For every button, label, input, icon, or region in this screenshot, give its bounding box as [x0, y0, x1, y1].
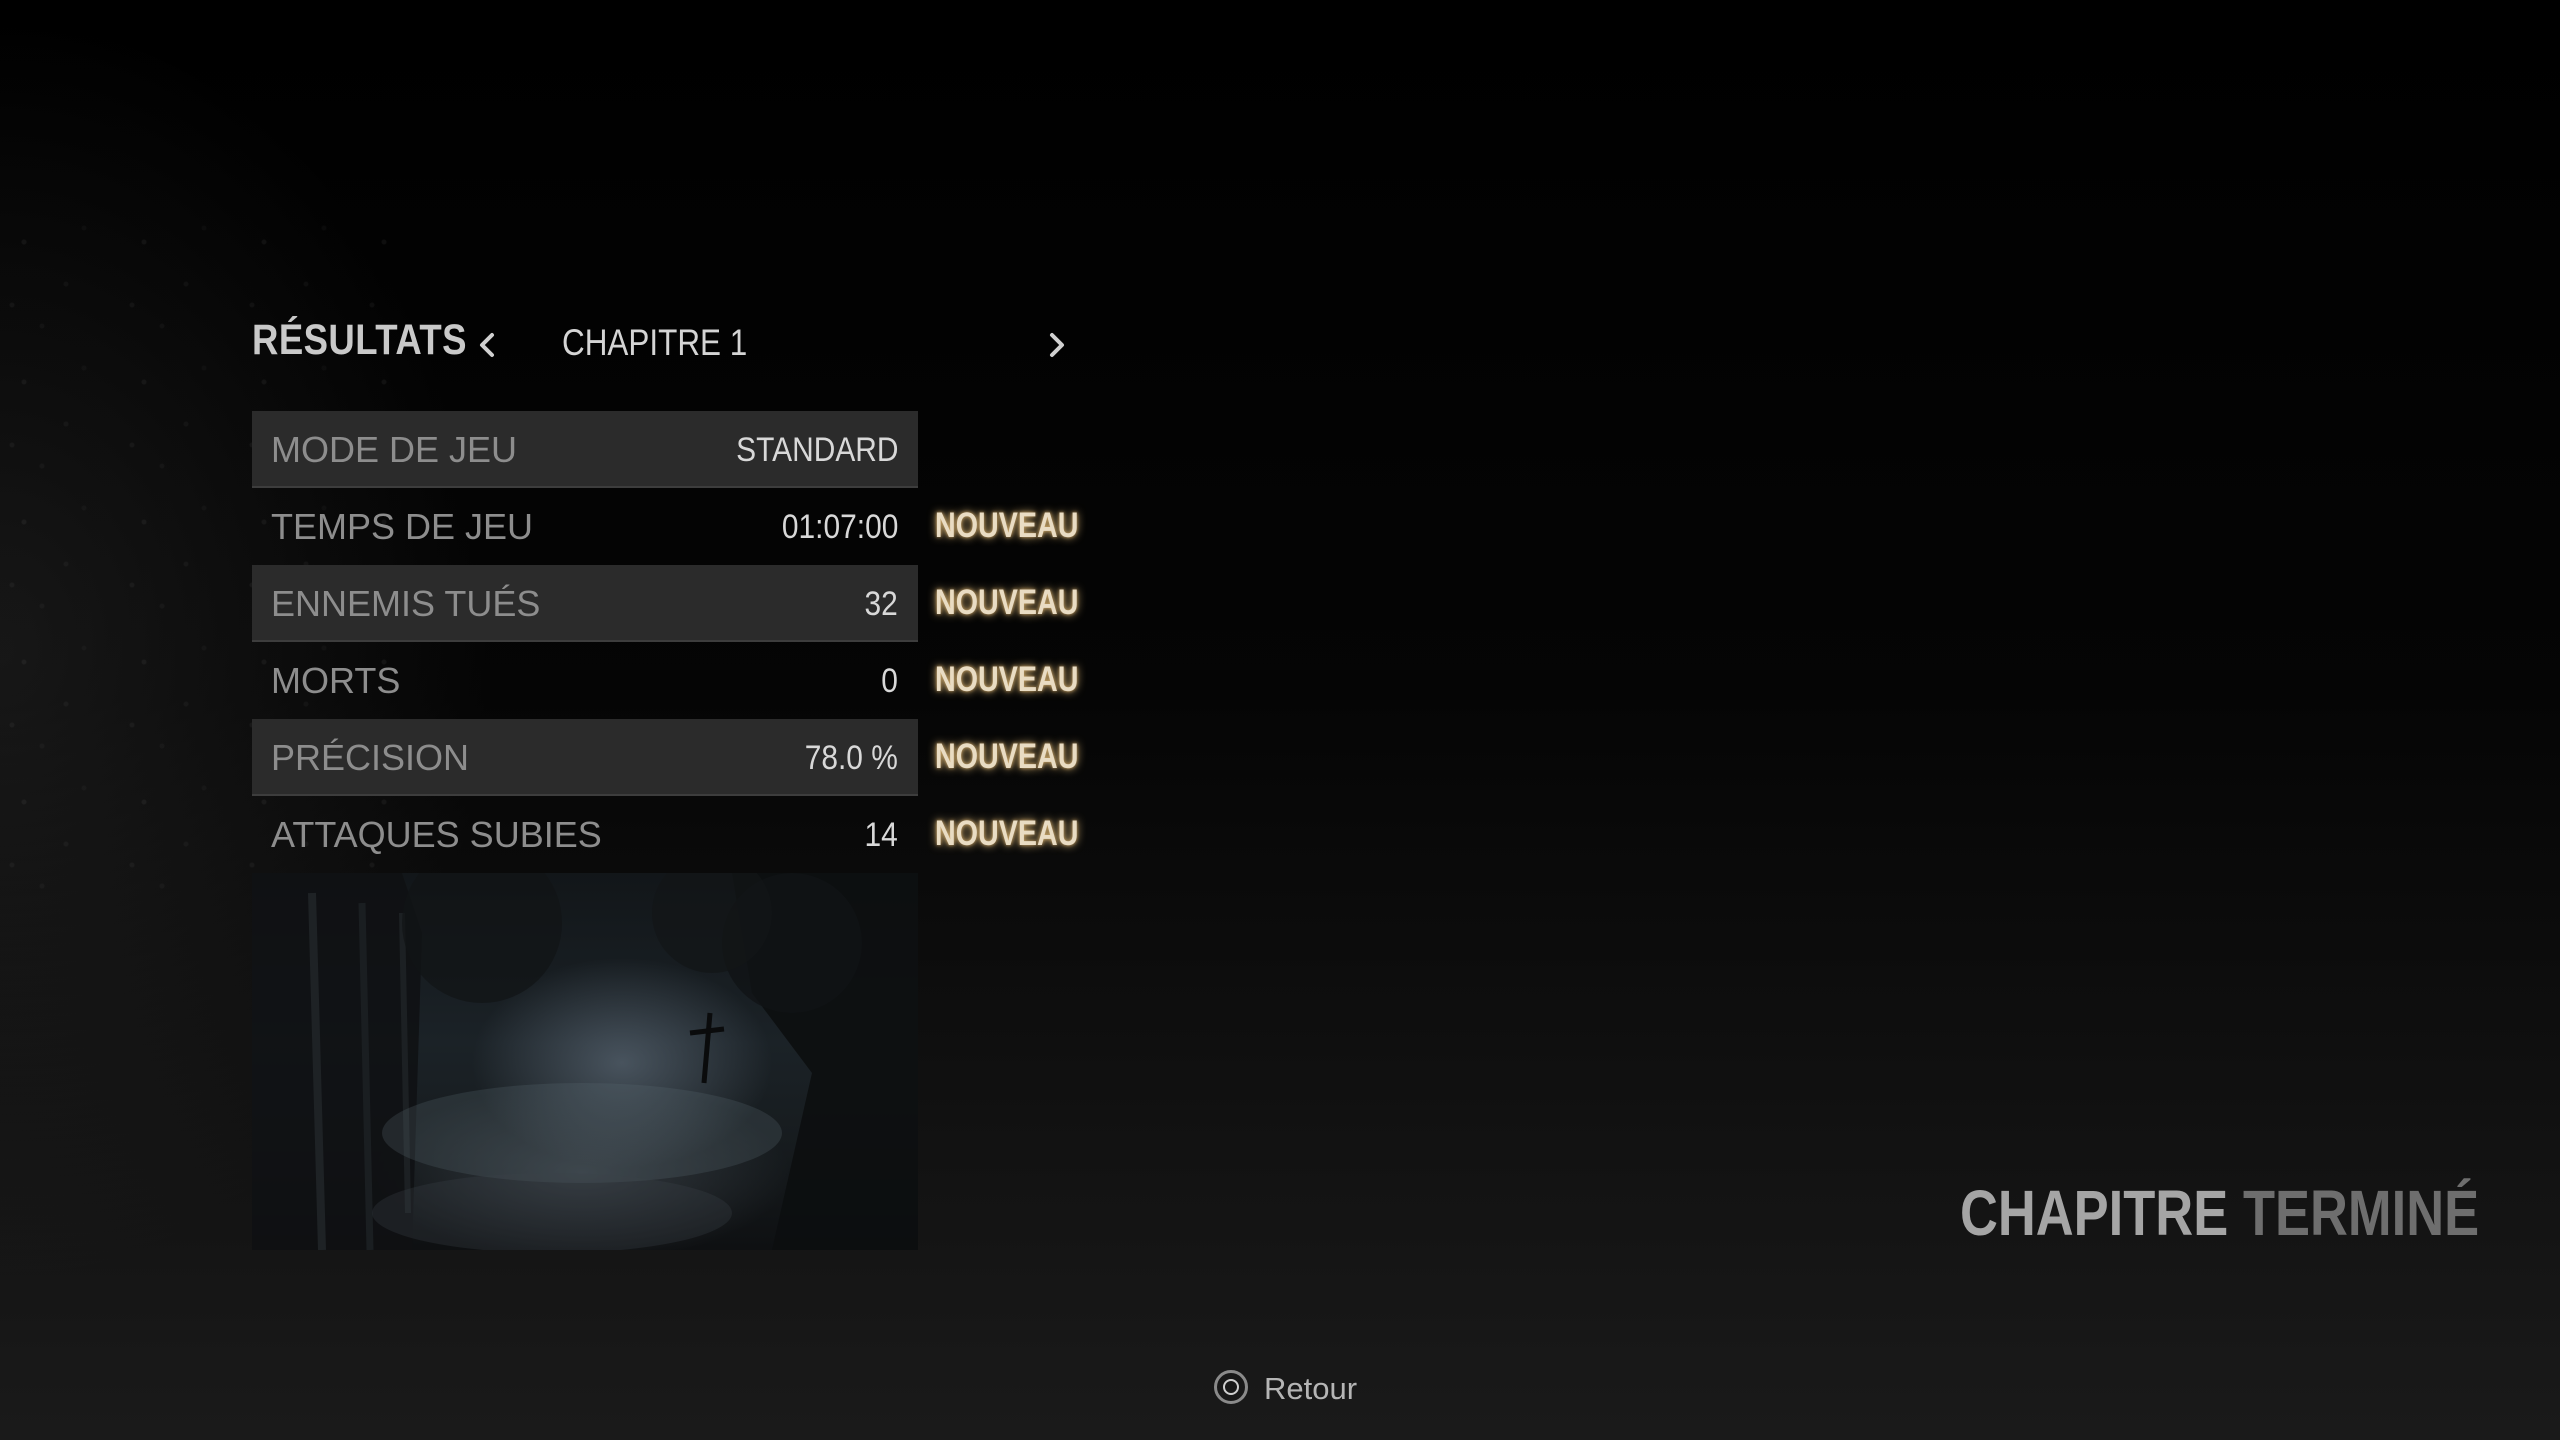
chapter-complete-word1: CHAPITRE — [1959, 1177, 2229, 1249]
stat-label: MODE DE JEU — [271, 429, 518, 470]
results-screen: RÉSULTATS CHAPITRE 1 MODE DE JEU STANDAR… — [0, 0, 2560, 1440]
forest-scene — [252, 873, 918, 1250]
stat-value: STANDARD — [735, 431, 898, 469]
chapter-complete-label: CHAPITRE TERMINÉ — [1960, 1176, 2479, 1250]
back-label: Retour — [1264, 1371, 1358, 1406]
chevron-right-icon[interactable] — [1044, 330, 1070, 360]
chapter-selector-label: CHAPITRE 1 — [562, 322, 748, 363]
stat-value: 14 — [864, 816, 898, 854]
new-record-badge: NOUVEAU — [935, 814, 1079, 853]
stat-label: ENNEMIS TUÉS — [271, 583, 541, 624]
stat-value: 01:07:00 — [781, 508, 898, 546]
stat-row-attacks-taken: ATTAQUES SUBIES 14 NOUVEAU — [252, 796, 1079, 873]
circle-button-icon — [1214, 1370, 1248, 1404]
new-record-badge: NOUVEAU — [935, 737, 1079, 776]
stat-row-deaths: MORTS 0 NOUVEAU — [252, 642, 1079, 719]
chapter-preview-image — [252, 873, 918, 1250]
stat-row-enemies-killed: ENNEMIS TUÉS 32 NOUVEAU — [252, 565, 1079, 642]
stat-label: ATTAQUES SUBIES — [271, 814, 602, 855]
stat-label: PRÉCISION — [271, 737, 470, 778]
stat-value: 78.0 % — [804, 739, 898, 777]
results-header: RÉSULTATS CHAPITRE 1 — [252, 316, 1064, 376]
chapter-complete-word2: TERMINÉ — [2242, 1177, 2479, 1249]
stat-value: 32 — [864, 585, 898, 623]
stat-row-play-time: TEMPS DE JEU 01:07:00 NOUVEAU — [252, 488, 1079, 565]
results-title: RÉSULTATS — [252, 316, 467, 364]
stat-row-accuracy: PRÉCISION 78.0 % NOUVEAU — [252, 719, 1079, 796]
new-record-badge: NOUVEAU — [935, 660, 1079, 699]
stat-value: 0 — [881, 662, 898, 700]
stat-label: MORTS — [271, 660, 401, 701]
stat-row-game-mode: MODE DE JEU STANDARD — [252, 411, 918, 488]
chevron-left-icon[interactable] — [474, 330, 500, 360]
stat-label: TEMPS DE JEU — [271, 506, 534, 547]
new-record-badge: NOUVEAU — [935, 506, 1079, 545]
new-record-badge: NOUVEAU — [935, 583, 1079, 622]
stats-table: MODE DE JEU STANDARD TEMPS DE JEU 01:07:… — [252, 411, 1079, 873]
